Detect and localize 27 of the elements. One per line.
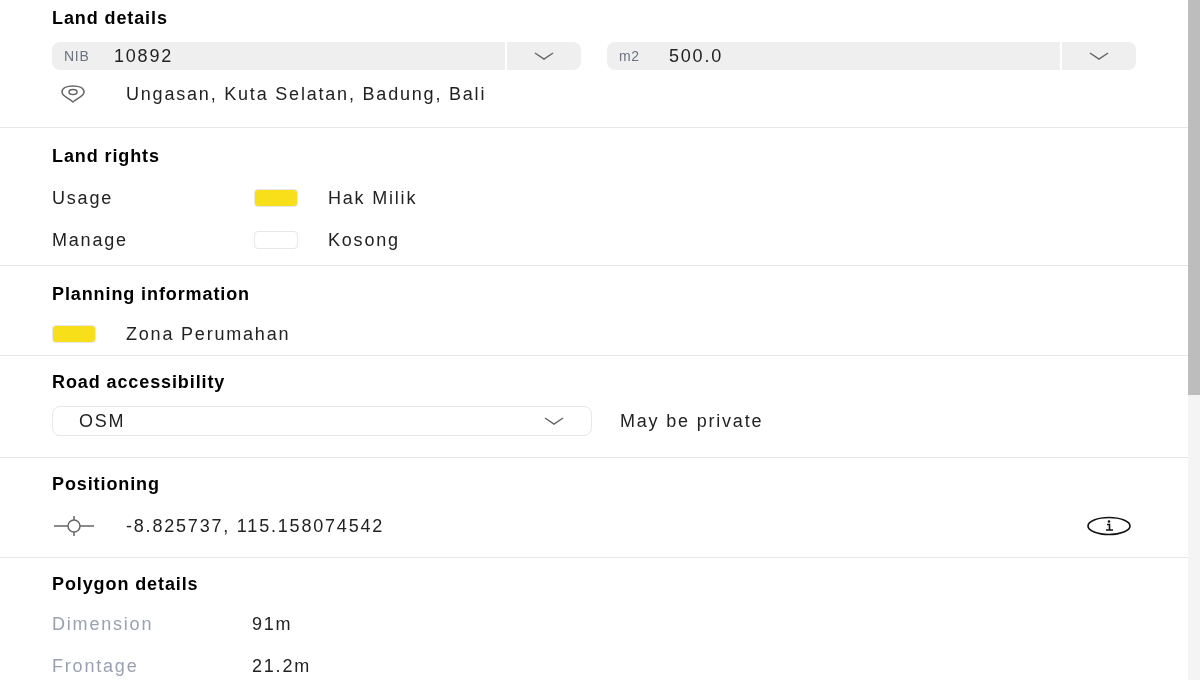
zone-label: Zona Perumahan: [126, 323, 291, 346]
chevron-down-icon: [543, 415, 565, 426]
right-label: Usage: [52, 186, 115, 210]
right-value: Hak Milik: [328, 186, 418, 210]
right-label: Manage: [52, 228, 129, 252]
address-text: Ungasan, Kuta Selatan, Badung, Bali: [126, 83, 487, 106]
chevron-down-icon: [533, 51, 555, 61]
scrollbar[interactable]: [1188, 0, 1200, 680]
right-value: Kosong: [328, 228, 400, 252]
chevron-down-icon: [1088, 51, 1110, 61]
info-icon[interactable]: [1086, 516, 1132, 537]
coordinates-text: -8.825737, 115.158074542: [126, 515, 386, 539]
section-title: Land details: [52, 7, 169, 30]
detail-value: 91m: [252, 613, 293, 636]
crosshair-icon: [52, 515, 96, 538]
detail-value: 21.2m: [252, 655, 312, 678]
section-title: Road accessibility: [52, 370, 227, 394]
section-title: Land rights: [52, 144, 161, 168]
access-note: May be private: [620, 409, 764, 433]
detail-label: Dimension: [52, 613, 155, 636]
section-title: Polygon details: [52, 573, 200, 596]
detail-label: Frontage: [52, 655, 140, 678]
section-title: Planning information: [52, 283, 251, 306]
source-dropdown[interactable]: OSM: [52, 405, 592, 436]
dropdown-field[interactable]: NIB 10892: [52, 42, 581, 70]
dropdown-field[interactable]: m2 500.0: [607, 42, 1136, 70]
section-title: Positioning: [52, 473, 161, 497]
